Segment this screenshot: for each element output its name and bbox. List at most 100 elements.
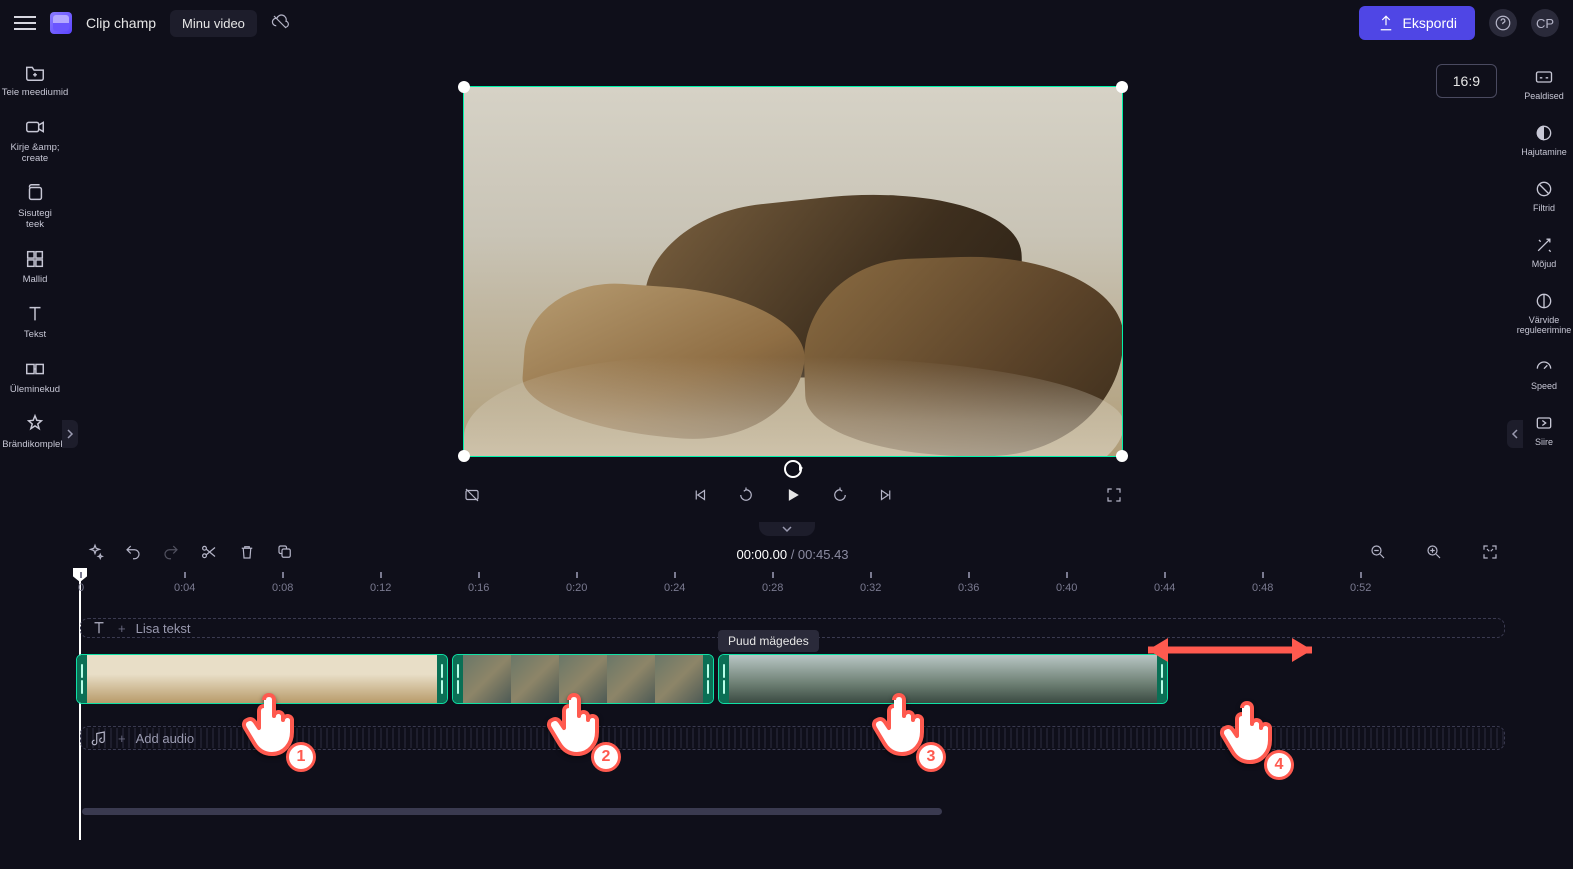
filters-icon xyxy=(1534,179,1554,199)
help-button[interactable] xyxy=(1489,9,1517,37)
sidebar-item-label: Mallid xyxy=(23,274,48,285)
sidebar-item-text[interactable]: Tekst xyxy=(0,294,70,349)
clip-tooltip: Puud mägedes xyxy=(718,630,819,652)
prop-item-filters[interactable]: Filtrid xyxy=(1515,168,1573,224)
timeline-collapse-button[interactable] xyxy=(759,522,815,536)
captions-icon xyxy=(1534,67,1554,87)
clip-trim-handle-left[interactable] xyxy=(719,655,729,703)
ruler-tick: 0:32 xyxy=(860,572,881,594)
ai-sparkle-button[interactable] xyxy=(76,543,114,565)
ruler-tick: 0:16 xyxy=(468,572,489,594)
chevron-down-icon xyxy=(781,525,793,533)
prop-item-speed[interactable]: Speed xyxy=(1515,346,1573,402)
effects-icon xyxy=(1534,235,1554,255)
resize-handle[interactable] xyxy=(458,81,470,93)
sidebar-item-content-library[interactable]: Sisutegi teek xyxy=(0,173,70,239)
prop-item-label: Filtrid xyxy=(1533,203,1555,213)
audio-track[interactable]: + Add audio xyxy=(76,716,1509,760)
skip-back-button[interactable] xyxy=(691,486,709,509)
resize-handle[interactable] xyxy=(1116,81,1128,93)
duplicate-button[interactable] xyxy=(266,543,304,565)
player-controls xyxy=(463,485,1123,510)
sidebar-item-label: Teie meediumid xyxy=(2,87,69,98)
export-button[interactable]: Ekspordi xyxy=(1359,6,1475,40)
timeline-clip-3[interactable] xyxy=(718,654,1168,704)
clip-trim-handle-left[interactable] xyxy=(453,655,463,703)
zoom-fit-button[interactable] xyxy=(1471,543,1509,565)
timeline-horizontal-scrollbar[interactable] xyxy=(82,808,942,815)
redo-button[interactable] xyxy=(152,543,190,565)
sidebar-item-label: Üleminekud xyxy=(10,384,60,395)
avatar[interactable]: CP xyxy=(1531,9,1559,37)
left-sidebar: Teie meediumid Kirje &amp; create Sisute… xyxy=(0,46,70,869)
video-track[interactable]: Puud mägedes xyxy=(76,654,1509,710)
hamburger-menu-icon[interactable] xyxy=(14,16,36,30)
ruler-tick: 0:28 xyxy=(762,572,783,594)
transitions-icon xyxy=(24,358,46,380)
app-header: Clip champ Minu video Ekspordi CP xyxy=(0,0,1573,46)
prop-item-label: Värvide reguleerimine xyxy=(1517,315,1572,335)
text-icon xyxy=(90,619,108,637)
clip-trim-handle-left[interactable] xyxy=(77,655,87,703)
sidebar-item-label: Kirje &amp; create xyxy=(10,142,59,164)
brand-label: Clip champ xyxy=(86,15,156,31)
rotate-handle-icon[interactable] xyxy=(784,460,802,478)
zoom-in-button[interactable] xyxy=(1415,543,1453,565)
resize-handle[interactable] xyxy=(458,450,470,462)
ruler-tick: 0 xyxy=(78,572,84,594)
skip-forward-button[interactable] xyxy=(877,486,895,509)
sync-status-icon xyxy=(271,13,289,34)
delete-button[interactable] xyxy=(228,543,266,565)
color-adjust-icon xyxy=(1534,291,1554,311)
zoom-out-button[interactable] xyxy=(1359,543,1397,565)
sidebar-item-label: Tekst xyxy=(24,329,46,340)
ruler-tick: 0:52 xyxy=(1350,572,1371,594)
clip-trim-handle-right[interactable] xyxy=(437,655,447,703)
camera-icon xyxy=(24,116,46,138)
sidebar-item-label: Brändikomplekt xyxy=(2,439,67,450)
templates-icon xyxy=(24,248,46,270)
fullscreen-button[interactable] xyxy=(1105,486,1123,509)
split-button[interactable] xyxy=(190,543,228,565)
sidebar-item-brand-kit[interactable]: Brändikomplekt xyxy=(0,404,70,459)
prop-item-label: Speed xyxy=(1531,381,1557,391)
audio-track-hint: Add audio xyxy=(136,731,195,746)
prop-item-color-adjust[interactable]: Värvide reguleerimine xyxy=(1515,280,1573,346)
timeline-time: 00:00.00 / 00:45.43 xyxy=(736,547,848,562)
clip-trim-handle-right[interactable] xyxy=(1157,655,1167,703)
clip-trim-handle-right[interactable] xyxy=(703,655,713,703)
prop-item-label: Pealdised xyxy=(1524,91,1564,101)
aspect-ratio-button[interactable]: 16:9 xyxy=(1436,64,1497,98)
prop-item-fade[interactable]: Hajutamine xyxy=(1515,112,1573,168)
prop-item-label: Siire xyxy=(1535,437,1553,447)
right-sidebar: Pealdised Hajutamine Filtrid Mõjud Värvi… xyxy=(1515,46,1573,869)
timeline-clip-2[interactable] xyxy=(452,654,714,704)
text-track-hint: Lisa tekst xyxy=(136,621,191,636)
prop-item-effects[interactable]: Mõjud xyxy=(1515,224,1573,280)
prop-item-captions[interactable]: Pealdised xyxy=(1515,56,1573,112)
prop-item-label: Hajutamine xyxy=(1521,147,1567,157)
hide-overlay-button[interactable] xyxy=(463,486,481,509)
ruler-tick: 0:08 xyxy=(272,572,293,594)
ruler-tick: 0:12 xyxy=(370,572,391,594)
sidebar-item-transitions[interactable]: Üleminekud xyxy=(0,349,70,404)
brand-kit-icon xyxy=(24,413,46,435)
ruler-tick: 0:20 xyxy=(566,572,587,594)
preview-frame xyxy=(464,87,1122,456)
sidebar-item-record[interactable]: Kirje &amp; create xyxy=(0,107,70,173)
ruler-tick: 0:40 xyxy=(1056,572,1077,594)
ruler-tick: 0:44 xyxy=(1154,572,1175,594)
rewind-button[interactable] xyxy=(737,486,755,509)
sidebar-item-your-media[interactable]: Teie meediumid xyxy=(0,52,70,107)
project-title[interactable]: Minu video xyxy=(170,10,257,37)
resize-handle[interactable] xyxy=(1116,450,1128,462)
play-button[interactable] xyxy=(783,485,803,510)
prop-item-transition[interactable]: Siire xyxy=(1515,402,1573,458)
video-preview[interactable] xyxy=(463,86,1123,457)
clipchamp-logo-icon xyxy=(50,12,72,34)
timeline-clip-1[interactable] xyxy=(76,654,448,704)
timeline-ruler[interactable]: 0 0:04 0:08 0:12 0:16 0:20 0:24 0:28 0:3… xyxy=(76,572,1509,596)
sidebar-item-templates[interactable]: Mallid xyxy=(0,239,70,294)
undo-button[interactable] xyxy=(114,543,152,565)
forward-button[interactable] xyxy=(831,486,849,509)
